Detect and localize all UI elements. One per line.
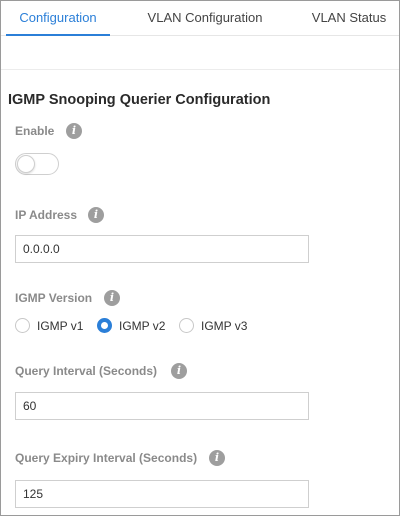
radio-label: IGMP v2: [119, 319, 166, 333]
tab-vlan-configuration[interactable]: VLAN Configuration: [131, 1, 279, 35]
radio-circle[interactable]: [15, 318, 30, 333]
radio-circle[interactable]: [97, 318, 112, 333]
info-icon[interactable]: i: [88, 207, 104, 223]
info-icon[interactable]: i: [66, 123, 82, 139]
tab-configuration[interactable]: Configuration: [6, 1, 110, 36]
query-interval-label: Query Interval (Seconds): [15, 364, 158, 378]
ip-address-input[interactable]: 0.0.0.0: [15, 235, 309, 263]
radio-circle[interactable]: [179, 318, 194, 333]
igmp-version-label: IGMP Version: [15, 291, 93, 305]
ip-address-label: IP Address: [15, 208, 78, 222]
enable-toggle[interactable]: [15, 153, 59, 175]
section-title: IGMP Snooping Querier Configuration: [8, 92, 271, 108]
radio-label: IGMP v1: [37, 319, 84, 333]
tab-bar: Configuration VLAN Configuration VLAN St…: [1, 1, 399, 36]
radio-igmp-v2[interactable]: IGMP v2: [97, 318, 167, 336]
query-expiry-interval-label: Query Expiry Interval (Seconds): [15, 451, 198, 465]
info-icon[interactable]: i: [209, 450, 225, 466]
enable-label: Enable: [15, 124, 55, 138]
info-icon[interactable]: i: [171, 363, 187, 379]
divider: [1, 69, 399, 70]
query-interval-input[interactable]: 60: [15, 392, 309, 420]
radio-igmp-v3[interactable]: IGMP v3: [179, 318, 249, 336]
toggle-knob: [17, 155, 35, 173]
radio-label: IGMP v3: [201, 319, 248, 333]
radio-igmp-v1[interactable]: IGMP v1: [15, 318, 85, 336]
querier-config-panel: Configuration VLAN Configuration VLAN St…: [0, 0, 400, 516]
tab-vlan-status[interactable]: VLAN Status: [301, 1, 397, 35]
info-icon[interactable]: i: [104, 290, 120, 306]
query-expiry-interval-input[interactable]: 125: [15, 480, 309, 508]
